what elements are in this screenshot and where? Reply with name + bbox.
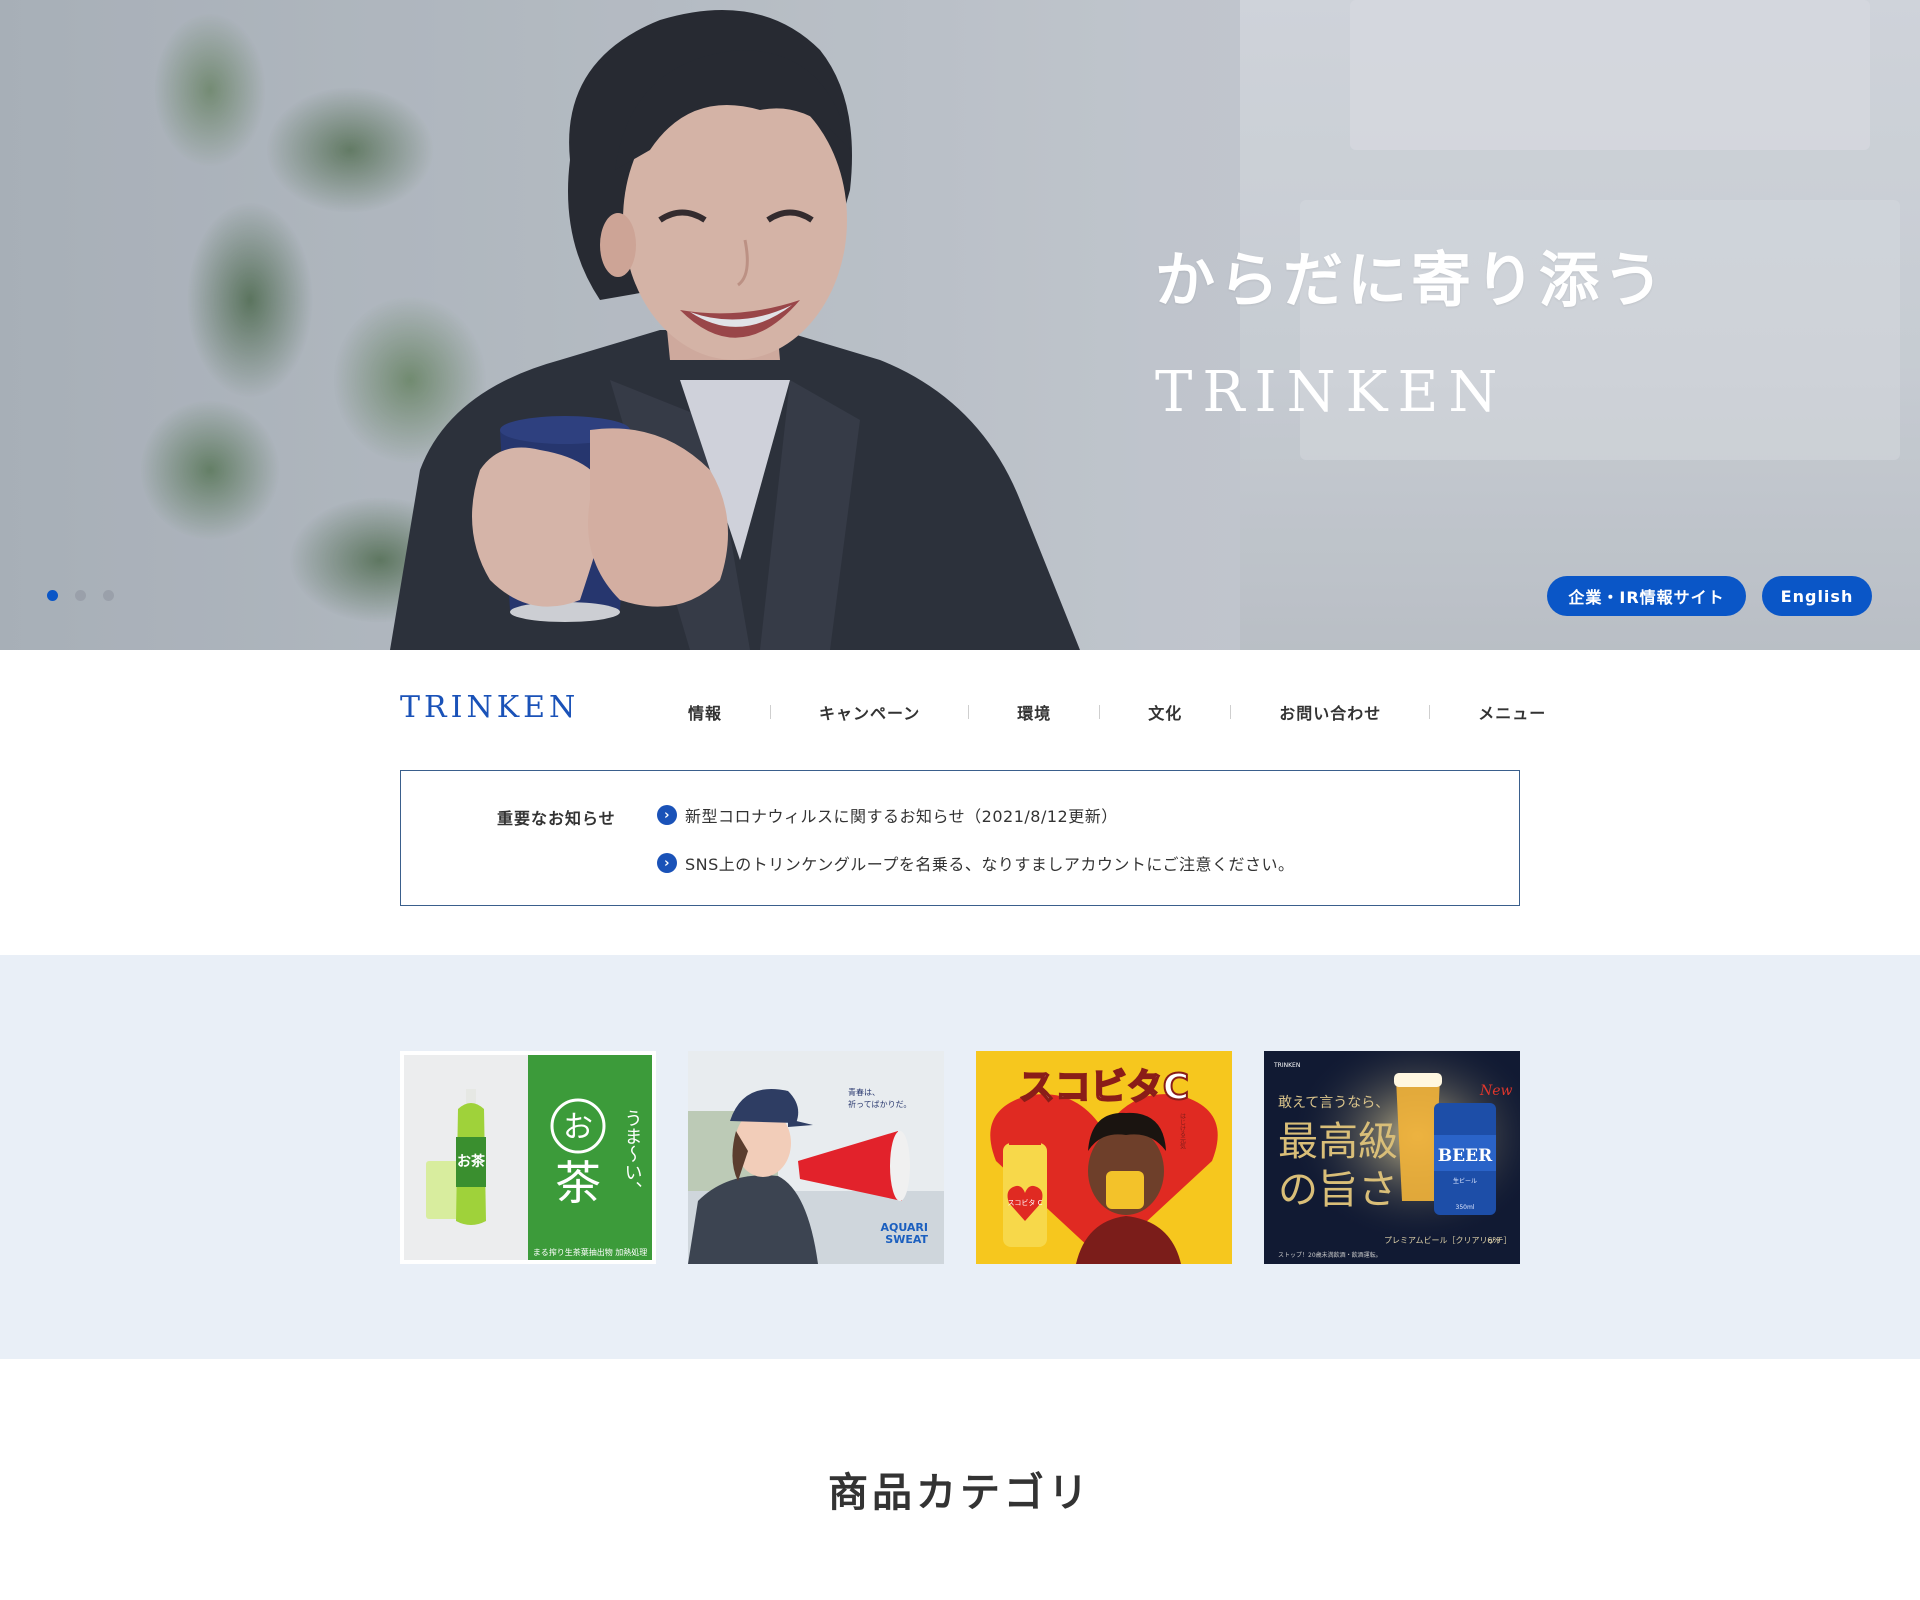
bottle-label: スコビタ C [1007, 1198, 1042, 1207]
banner-vitamin-drink[interactable]: スコビタC スコビタ C はじける元気 [976, 1051, 1232, 1264]
banner-title: スコビタC [1019, 1067, 1189, 1108]
nav-item-culture[interactable]: 文化 [1100, 700, 1230, 724]
banner-copy-line3: の旨さ [1278, 1167, 1398, 1213]
notice-heading: 重要なお知らせ [497, 809, 616, 828]
banner-vertical-copy: うま〜い、 [622, 1109, 643, 1199]
chevron-right-icon: › [657, 805, 677, 825]
banner-side-copy: はじける元気 [1179, 1113, 1186, 1150]
banner-footnote: まる搾り生茶葉抽出物 加熱処理 [533, 1247, 648, 1257]
important-notice-box: 重要なお知らせ › 新型コロナウィルスに関するお知らせ（2021/8/12更新）… [400, 770, 1520, 906]
can-label: BEER [1438, 1146, 1493, 1166]
corporate-ir-site-button[interactable]: 企業・IR情報サイト [1547, 576, 1746, 616]
banner-title-main: 茶 [555, 1156, 601, 1210]
banner-sports-drink-artwork: 青春は、 祈ってばかりだ。 AQUARI SWEAT [688, 1051, 944, 1264]
hero-brand-logo: TRINKEN [1155, 360, 1508, 425]
hero-background-window [1240, 0, 1920, 650]
campaign-banner-strip: お茶 お 茶 うま〜い、 まる搾り生茶葉抽出物 加熱処理 青春は、 祈ってばかり… [0, 955, 1920, 1359]
banner-copy-line1: 敢えて言うなら、 [1278, 1095, 1389, 1111]
banner-premium-beer-artwork: TRINKEN 敢えて言うなら、 最高級 の旨さ BEER 生ビール 350ml… [1264, 1051, 1520, 1264]
banner-copy-line2: 最高級 [1278, 1119, 1398, 1165]
english-site-button[interactable]: English [1762, 576, 1872, 616]
product-category-heading: 商品カテゴリ [828, 1470, 1092, 1516]
banner-abv: 6% [1487, 1236, 1500, 1245]
site-logo[interactable]: TRINKEN [400, 690, 579, 725]
product-logo-line2: SWEAT [885, 1233, 928, 1246]
nav-item-environment[interactable]: 環境 [969, 700, 1099, 724]
hero-carousel: からだに寄り添う TRINKEN 企業・IR情報サイト English [0, 0, 1920, 650]
carousel-indicators [47, 590, 114, 601]
nav-item-info[interactable]: 情報 [640, 700, 770, 724]
banner-green-tea-artwork: お茶 お 茶 うま〜い、 まる搾り生茶葉抽出物 加熱処理 [400, 1051, 656, 1264]
notice-link-text: SNS上のトリンケングループを名乗る、なりすましアカウントにご注意ください。 [685, 855, 1295, 874]
hero-tagline: からだに寄り添う [1155, 246, 1667, 316]
hero-photo-woman-with-mug [390, 10, 1080, 650]
notice-link-covid[interactable]: › 新型コロナウィルスに関するお知らせ（2021/8/12更新） [657, 803, 1118, 827]
new-badge: New [1479, 1083, 1513, 1099]
nav-item-menu[interactable]: メニュー [1430, 700, 1594, 724]
carousel-dot-2[interactable] [75, 590, 86, 601]
banner-brand: TRINKEN [1273, 1062, 1300, 1069]
nav-item-campaign[interactable]: キャンペーン [771, 700, 968, 724]
carousel-dot-1[interactable] [47, 590, 58, 601]
banner-premium-beer[interactable]: TRINKEN 敢えて言うなら、 最高級 の旨さ BEER 生ビール 350ml… [1264, 1051, 1520, 1264]
banner-caution: ストップ！20歳未満飲酒・飲酒運転。 [1278, 1251, 1382, 1259]
can-sub-label: 生ビール [1453, 1177, 1477, 1185]
notice-link-sns-impersonation[interactable]: › SNS上のトリンケングループを名乗る、なりすましアカウントにご注意ください。 [657, 851, 1295, 875]
banner-vitamin-drink-artwork: スコビタC スコビタ C はじける元気 [976, 1051, 1232, 1264]
bottle-label: お茶 [457, 1153, 486, 1170]
banner-copy-line1: 青春は、 [848, 1087, 880, 1097]
can-volume: 350ml [1456, 1204, 1475, 1211]
global-nav: TRINKEN 情報 キャンペーン 環境 文化 お問い合わせ メニュー [0, 650, 1920, 770]
banner-green-tea[interactable]: お茶 お 茶 うま〜い、 まる搾り生茶葉抽出物 加熱処理 [400, 1051, 656, 1264]
banner-title-char: お [563, 1110, 593, 1145]
nav-item-contact[interactable]: お問い合わせ [1231, 700, 1429, 724]
chevron-right-icon: › [657, 853, 677, 873]
banner-copy-line2: 祈ってばかりだ。 [848, 1099, 911, 1109]
carousel-dot-3[interactable] [103, 590, 114, 601]
nav-menu: 情報 キャンペーン 環境 文化 お問い合わせ メニュー [640, 700, 1594, 724]
banner-sports-drink[interactable]: 青春は、 祈ってばかりだ。 AQUARI SWEAT [688, 1051, 944, 1264]
notice-link-text: 新型コロナウィルスに関するお知らせ（2021/8/12更新） [685, 807, 1118, 826]
